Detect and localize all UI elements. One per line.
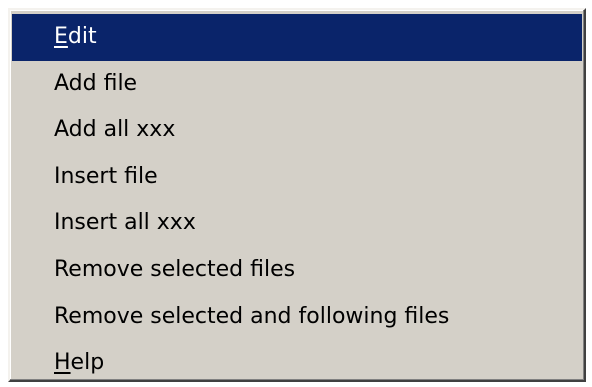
menu-item-edit-mnemonic: E	[54, 24, 68, 49]
menu-item-help[interactable]: Help	[10, 340, 584, 387]
menu-item-insert-file[interactable]: Insert file	[10, 154, 584, 201]
menu-item-insert-file-label: Insert file	[54, 163, 158, 189]
menu-item-remove-selected-label: Remove selected files	[54, 256, 296, 282]
menu-item-remove-selected-following-label: Remove selected and following files	[54, 303, 450, 329]
menu-item-insert-all[interactable]: Insert all xxx	[10, 200, 584, 247]
context-menu: Edit Add file Add all xxx Insert file In…	[8, 8, 586, 382]
menu-item-add-file-label: Add file	[54, 70, 138, 96]
menu-item-remove-selected[interactable]: Remove selected files	[10, 247, 584, 294]
menu-item-add-all-label: Add all xxx	[54, 117, 176, 143]
menu-item-help-label: elp	[70, 350, 105, 376]
menu-item-edit[interactable]: Edit	[12, 14, 582, 61]
menu-item-add-all[interactable]: Add all xxx	[10, 107, 584, 154]
menu-item-remove-selected-following[interactable]: Remove selected and following files	[10, 294, 584, 341]
menu-item-edit-label: dit	[67, 24, 97, 49]
menu-item-insert-all-label: Insert all xxx	[54, 210, 196, 236]
menu-item-help-mnemonic: H	[54, 350, 71, 376]
menu-item-add-file[interactable]: Add file	[10, 61, 584, 108]
